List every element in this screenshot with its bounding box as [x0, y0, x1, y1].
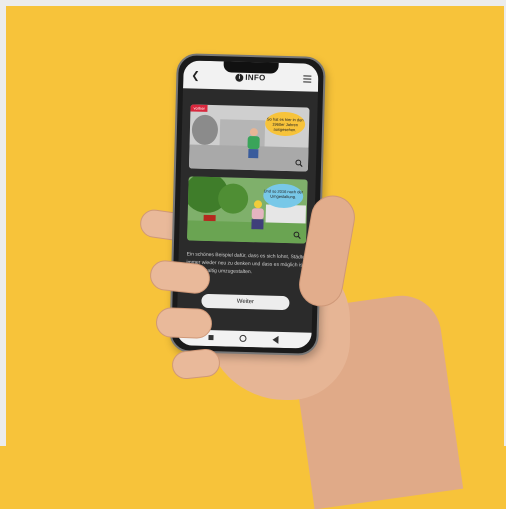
- frame-left: [0, 0, 6, 446]
- weiter-button[interactable]: Weiter: [201, 293, 290, 311]
- after-image-card[interactable]: Und so 2016 nach der Umgestaltung.: [187, 176, 308, 244]
- finger: [148, 258, 212, 296]
- finger: [155, 307, 213, 339]
- frame-top: [0, 0, 506, 6]
- app-title: INFO: [245, 72, 266, 83]
- before-image-card[interactable]: vorher So hat es hier in den 1960er Jahr…: [188, 104, 310, 172]
- square-icon[interactable]: [208, 335, 214, 341]
- tree: [217, 183, 249, 215]
- finger: [170, 347, 222, 381]
- cartoon-woman: [251, 200, 264, 232]
- lawn: [187, 220, 307, 244]
- phone-screen: ❮ i INFO vorher So hat es hier in den 19…: [176, 60, 319, 349]
- chevron-left-icon[interactable]: ❮: [191, 70, 200, 81]
- badge-vorher: vorher: [190, 104, 208, 112]
- cartoon-man: [247, 128, 260, 159]
- tree: [191, 114, 219, 146]
- info-icon: i: [235, 73, 244, 82]
- notch: [223, 60, 279, 74]
- red-chair: [203, 214, 216, 222]
- hamburger-menu-icon[interactable]: [303, 75, 312, 84]
- speech-bubble: So hat es hier in den 1960er Jahren ausg…: [264, 111, 306, 137]
- title-wrap: i INFO: [235, 72, 266, 83]
- triangle-back-icon[interactable]: [272, 335, 279, 344]
- zoom-icon[interactable]: [295, 159, 303, 168]
- circle-icon[interactable]: [239, 334, 247, 343]
- zoom-icon[interactable]: [293, 231, 301, 239]
